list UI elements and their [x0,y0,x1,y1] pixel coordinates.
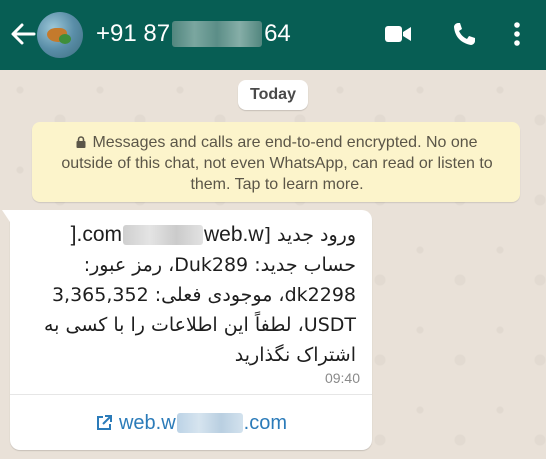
bubble-divider [10,394,372,395]
message-line-1: ] .com web.w ورود جدید [ [70,223,356,246]
redacted-digits [172,21,263,47]
message-line-5: اشتراک نگذارید [234,344,356,366]
phone-call-icon[interactable] [452,21,476,47]
contact-phone-number[interactable]: +91 87 64 [96,19,291,49]
encryption-notice-line-1: Messages and calls are end-to-end encryp… [46,132,508,153]
contact-avatar[interactable] [37,12,83,58]
video-call-icon[interactable] [384,24,412,44]
chat-header: +91 87 64 [0,0,546,70]
more-vert-icon[interactable] [512,20,522,48]
lock-icon [76,136,86,148]
message-line-3: dk2298، موجودی فعلی: 3,365,352 [51,284,356,306]
link-preview[interactable]: web.w .com [10,405,372,441]
external-link-icon [96,415,112,430]
incoming-message-bubble[interactable]: ] .com web.w ورود جدید [ حساب جدید: Duk2… [2,210,372,450]
message-time: 09:40 [324,370,360,386]
encryption-notice[interactable]: Messages and calls are end-to-end encryp… [32,122,520,202]
encryption-notice-line-2: outside of this chat, not even WhatsApp,… [61,155,493,172]
phone-suffix: 64 [264,20,291,47]
link-url-start: web.w [118,411,176,434]
redacted-domain [123,225,203,245]
phone-prefix: +91 87 [96,20,171,47]
message-line-4: USDT، لطفاً این اطلاعات را با کسی به [43,314,356,336]
encryption-notice-line-3: them. Tap to learn more. [190,176,364,193]
arrow-left-icon[interactable] [8,18,38,50]
message-line-2: حساب جدید: Duk289، رمز عبور: [83,254,356,276]
date-chip: Today [238,80,308,110]
message-text: ] .com web.w ورود جدید [ حساب جدید: Duk2… [26,220,356,370]
link-url-end: .com [243,411,288,434]
redacted-link-domain [176,413,243,433]
